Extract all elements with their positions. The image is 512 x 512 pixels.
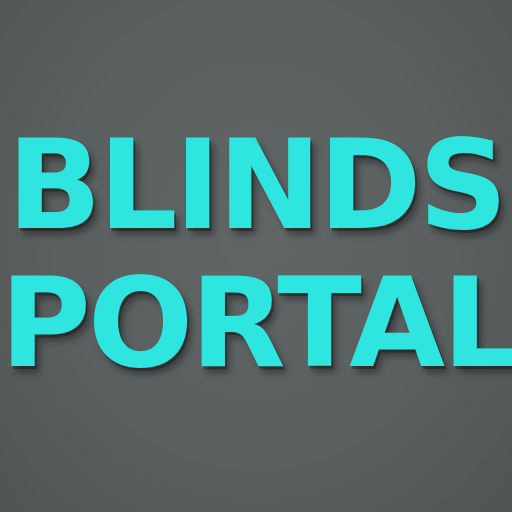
logo-text-line-1: BLINDS — [7, 114, 508, 258]
logo-text-line-2: PORTAL — [0, 252, 512, 396]
app-logo: BLINDS PORTAL — [0, 0, 512, 512]
